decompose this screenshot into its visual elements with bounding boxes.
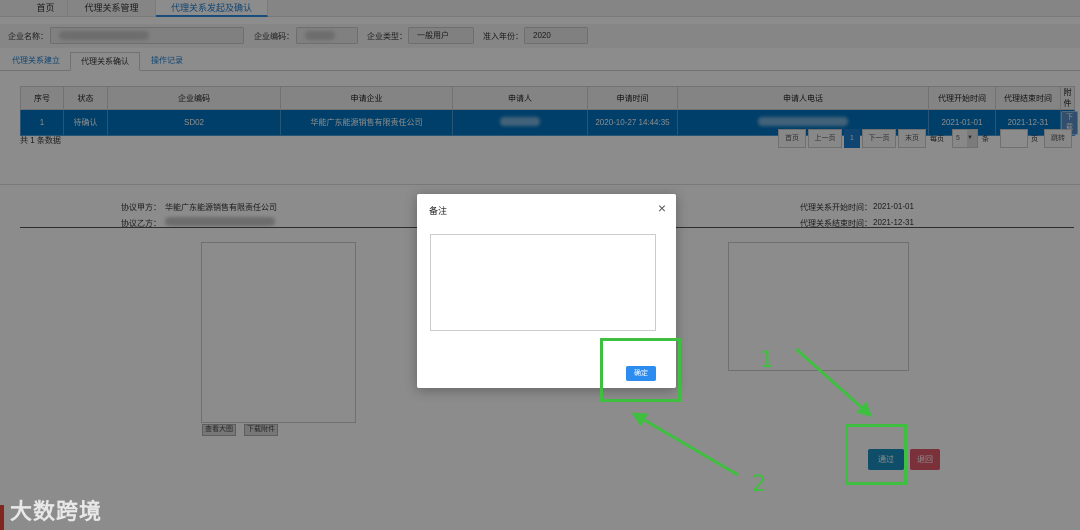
dialog-title: 备注 [429, 206, 448, 216]
annotation-box-approve [845, 424, 907, 485]
close-icon[interactable]: × [658, 200, 666, 216]
annotation-box-confirm [600, 338, 681, 402]
annotation-number-2: 2 [752, 472, 766, 497]
annotation-number-1: 1 [760, 348, 774, 373]
remark-textarea[interactable] [430, 234, 656, 331]
watermark-logo: 大数跨境 [10, 499, 103, 524]
